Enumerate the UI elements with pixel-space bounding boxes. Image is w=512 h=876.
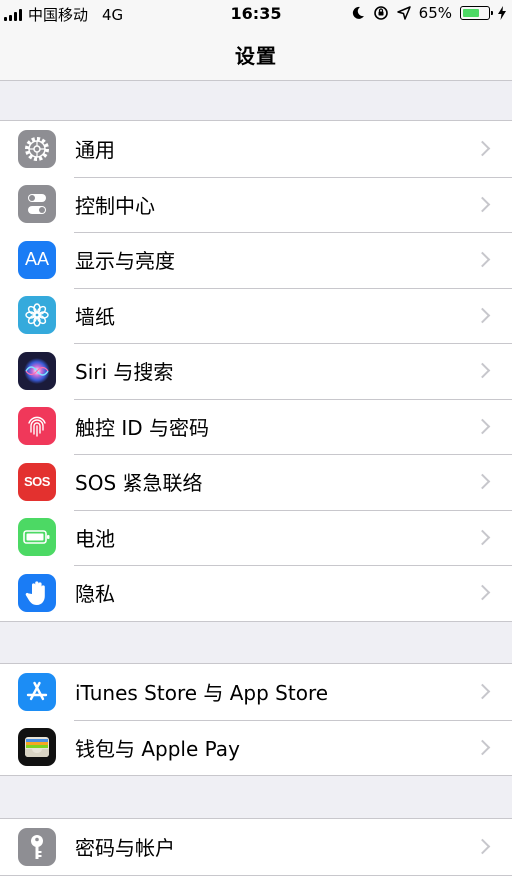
- settings-group-accounts: 密码与帐户: [0, 818, 512, 876]
- status-right: 65%: [352, 4, 506, 22]
- settings-row-label: 隐私: [75, 582, 115, 607]
- settings-row-label: 电池: [75, 526, 115, 551]
- chevron-right-icon: [474, 838, 491, 855]
- settings-row-siri-search[interactable]: Siri 与搜索: [0, 343, 512, 399]
- battery-level-fill: [463, 9, 479, 17]
- settings-row-label: Siri 与搜索: [75, 360, 174, 385]
- settings-row-label: 控制中心: [75, 193, 155, 218]
- settings-row-passwords-accounts[interactable]: 密码与帐户: [0, 819, 512, 875]
- text-size-icon-glyph: AA: [24, 249, 49, 270]
- settings-row-label: 显示与亮度: [75, 249, 175, 274]
- navigation-bar: 设置: [0, 28, 512, 81]
- flower-icon: [18, 296, 56, 335]
- sos-icon-glyph: SOS: [24, 474, 50, 490]
- gear-icon: [18, 129, 56, 168]
- sos-icon: SOS: [18, 462, 56, 501]
- settings-row-general[interactable]: 通用: [0, 121, 512, 177]
- chevron-right-icon: [474, 140, 491, 157]
- settings-row-wallpaper[interactable]: 墙纸: [0, 287, 512, 344]
- settings-row-control-center[interactable]: 控制中心: [0, 176, 512, 233]
- settings-row-label: 密码与帐户: [75, 836, 175, 861]
- hand-icon: [18, 573, 56, 612]
- chevron-right-icon: [474, 362, 491, 379]
- chevron-right-icon: [474, 683, 491, 700]
- settings-row-wallet-apple-pay[interactable]: 钱包与 Apple Pay: [0, 719, 512, 776]
- settings-group-general: 通用 控制中心 AA 显示与亮度 墙纸 Siri 与搜索 触控 ID 与密码 S…: [0, 120, 512, 622]
- settings-row-touch-id-passcode[interactable]: 触控 ID 与密码: [0, 398, 512, 455]
- settings-group-stores: iTunes Store 与 App Store 钱包与 Apple Pay: [0, 663, 512, 776]
- settings-row-emergency-sos[interactable]: SOS SOS 紧急联络: [0, 454, 512, 510]
- key-icon: [18, 827, 56, 866]
- chevron-right-icon: [474, 196, 491, 213]
- app-store-icon: [18, 672, 56, 711]
- orientation-lock-icon: [373, 6, 388, 20]
- charging-bolt-icon: [498, 6, 506, 20]
- toggles-icon: [18, 185, 56, 224]
- moon-icon: [352, 6, 364, 19]
- status-bar: 中国移动 4G 16:35 65%: [0, 0, 512, 28]
- settings-row-itunes-app-store[interactable]: iTunes Store 与 App Store: [0, 664, 512, 720]
- settings-row-label: 通用: [75, 138, 115, 163]
- settings-row-label: 触控 ID 与密码: [75, 415, 210, 440]
- settings-row-battery[interactable]: 电池: [0, 509, 512, 566]
- settings-row-label: SOS 紧急联络: [75, 471, 203, 496]
- wallet-icon: [18, 728, 56, 767]
- battery-icon: [460, 6, 493, 20]
- settings-row-display-brightness[interactable]: AA 显示与亮度: [0, 232, 512, 288]
- battery-percentage: 65%: [418, 4, 452, 22]
- settings-row-label: 墙纸: [75, 304, 115, 329]
- settings-row-privacy[interactable]: 隐私: [0, 565, 512, 621]
- chevron-right-icon: [474, 473, 491, 490]
- battery-icon: [18, 518, 56, 557]
- location-arrow-icon: [396, 6, 411, 20]
- page-title: 设置: [235, 43, 277, 68]
- chevron-right-icon: [474, 307, 491, 324]
- chevron-right-icon: [474, 418, 491, 435]
- siri-icon: [18, 351, 56, 390]
- text-size-icon: AA: [18, 240, 56, 279]
- settings-row-label: 钱包与 Apple Pay: [75, 736, 240, 761]
- chevron-right-icon: [474, 739, 491, 756]
- chevron-right-icon: [474, 251, 491, 268]
- chevron-right-icon: [474, 584, 491, 601]
- fingerprint-icon: [18, 407, 56, 446]
- chevron-right-icon: [474, 529, 491, 546]
- settings-row-label: iTunes Store 与 App Store: [75, 681, 329, 706]
